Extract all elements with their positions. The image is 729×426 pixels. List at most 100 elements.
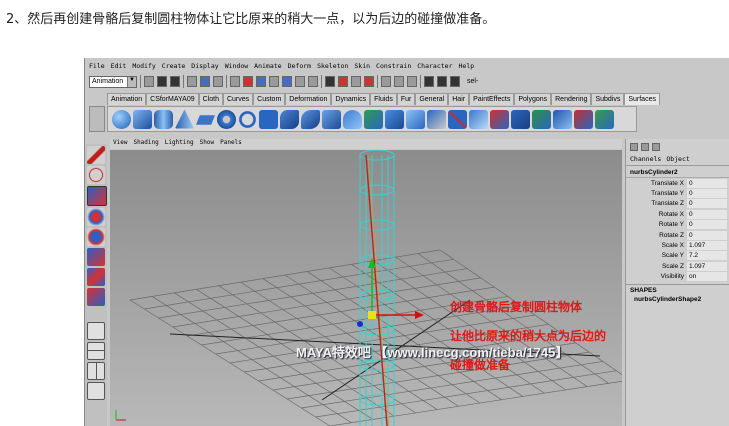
panel-menu-lighting[interactable]: Lighting [165, 139, 194, 149]
chevron-down-icon[interactable]: ▼ [127, 76, 136, 87]
channel-label[interactable]: Translate Y [626, 190, 687, 197]
ipr-render-icon[interactable] [437, 76, 447, 87]
shelf-tab-fur[interactable]: Fur [396, 93, 416, 105]
new-scene-icon[interactable] [144, 76, 154, 87]
loft-icon[interactable] [301, 109, 320, 129]
channel-label[interactable]: Scale Y [626, 252, 687, 259]
trim-icon[interactable] [448, 109, 467, 129]
select-component-icon[interactable] [213, 76, 223, 87]
channel-label[interactable]: Rotate X [626, 211, 687, 218]
panel-menu-panels[interactable]: Panels [220, 139, 242, 149]
panel-menu-view[interactable]: View [113, 139, 127, 149]
snap-grid-icon[interactable] [325, 76, 335, 87]
move-tool-icon[interactable] [87, 208, 105, 226]
attribute-editor-icon[interactable] [652, 143, 660, 151]
mode-dropdown[interactable]: Animation ▼ [89, 75, 137, 88]
channel-label[interactable]: Rotate Z [626, 232, 687, 239]
select-tool-icon[interactable] [87, 146, 105, 164]
shape-node-name[interactable]: nurbsCylinderShape2 [626, 296, 729, 303]
channel-value-field[interactable]: 0 [687, 189, 727, 199]
birail-icon[interactable] [427, 109, 446, 129]
channel-label[interactable]: Translate Z [626, 200, 687, 207]
shelf-tab-custom[interactable]: Custom [253, 93, 286, 105]
panel-menu-show[interactable]: Show [200, 139, 214, 149]
menu-skeleton[interactable]: Skeleton [317, 62, 348, 72]
save-scene-icon[interactable] [170, 76, 180, 87]
render-settings-icon[interactable] [450, 76, 460, 87]
channel-value-field[interactable]: 0 [687, 230, 727, 240]
revolve-icon[interactable] [280, 109, 299, 129]
channel-box-node-name[interactable]: nurbsCylinder2 [626, 166, 729, 178]
menu-modify[interactable]: Modify [132, 62, 155, 72]
open-scene-icon[interactable] [157, 76, 167, 87]
channel-value-field[interactable]: on [687, 272, 727, 282]
channel-value-field[interactable]: 0 [687, 220, 727, 230]
channel-value-field[interactable]: 0 [687, 178, 727, 188]
channel-value-field[interactable]: 1.097 [687, 261, 727, 271]
menu-create[interactable]: Create [162, 62, 185, 72]
shelf-tab-deformation[interactable]: Deformation [285, 93, 332, 105]
manipulator-tool-icon[interactable] [87, 268, 105, 286]
graph-view-icon[interactable] [87, 382, 105, 400]
channel-label[interactable]: Rotate Y [626, 221, 687, 228]
menu-skin[interactable]: Skin [354, 62, 370, 72]
nurbs-cone-icon[interactable] [175, 109, 194, 129]
output-ops-icon[interactable] [394, 76, 404, 87]
square-surface-icon[interactable] [406, 109, 425, 129]
input-ops-icon[interactable] [381, 76, 391, 87]
bevel-icon[interactable] [364, 109, 383, 129]
square-icon[interactable] [259, 109, 278, 129]
intersect-icon[interactable] [469, 109, 488, 129]
render-frame-icon[interactable] [424, 76, 434, 87]
history-icon[interactable] [407, 76, 417, 87]
project-curve-icon[interactable] [490, 109, 509, 129]
attach-icon[interactable] [511, 109, 530, 129]
nurbs-cylinder-icon[interactable] [154, 109, 173, 129]
paint-icon[interactable] [595, 109, 614, 129]
shelf-tab-dynamics[interactable]: Dynamics [331, 93, 371, 105]
channel-value-field[interactable]: 0 [687, 209, 727, 219]
shelf-tab-painteffects[interactable]: PaintEffects [469, 93, 515, 105]
perspective-viewport[interactable]: 创建骨骼后复制圆柱物体 让他比原来的稍大点为后边的 碰撞做准备 [110, 150, 622, 426]
snap-curve-icon[interactable] [338, 76, 348, 87]
menu-help[interactable]: Help [459, 62, 475, 72]
shelf-tab-cloth[interactable]: Cloth [198, 93, 223, 105]
shelf-menu-button[interactable] [89, 106, 105, 132]
menu-deform[interactable]: Deform [288, 62, 311, 72]
snap-plane-icon[interactable] [364, 76, 374, 87]
shelf-tab-subdivs[interactable]: Subdivs [591, 93, 625, 105]
last-tool-icon[interactable] [87, 288, 105, 306]
shelf-tab-surfaces[interactable]: Surfaces [624, 93, 660, 105]
surface-mask-icon[interactable] [269, 76, 279, 87]
channel-box-icon[interactable] [630, 143, 638, 151]
lasso-tool-icon[interactable] [87, 166, 105, 184]
nurbs-plane-icon[interactable] [196, 115, 215, 125]
channel-label[interactable]: Scale Z [626, 263, 687, 270]
detach-icon[interactable] [532, 109, 551, 129]
menu-window[interactable]: Window [225, 62, 248, 72]
layer-editor-icon[interactable] [641, 143, 649, 151]
dynamics-mask-icon[interactable] [295, 76, 305, 87]
shelf-tab-polygons[interactable]: Polygons [514, 93, 552, 105]
shelf-tab-animation[interactable]: Animation [107, 93, 147, 105]
channel-label[interactable]: Visibility [626, 273, 687, 280]
channel-label[interactable]: Translate X [626, 180, 687, 187]
sculpt-icon[interactable] [574, 109, 593, 129]
shelf-tab-fluids[interactable]: Fluids [370, 93, 397, 105]
joint-mask-icon[interactable] [243, 76, 253, 87]
shelf-tab-hair[interactable]: Hair [448, 93, 470, 105]
boundary-icon[interactable] [385, 109, 404, 129]
menu-character[interactable]: Character [417, 62, 452, 72]
channel-value-field[interactable]: 7.2 [687, 251, 727, 261]
rotate-tool-icon[interactable] [87, 228, 105, 246]
extrude-icon[interactable] [343, 109, 362, 129]
channel-label[interactable]: Scale X [626, 242, 687, 249]
menu-constrain[interactable]: Constrain [376, 62, 411, 72]
menu-animate[interactable]: Animate [254, 62, 281, 72]
shelf-tab-rendering[interactable]: Rendering [551, 93, 592, 105]
select-object-icon[interactable] [200, 76, 210, 87]
channel-box-menu-object[interactable]: Object [666, 155, 689, 165]
snap-point-icon[interactable] [351, 76, 361, 87]
rebuild-icon[interactable] [553, 109, 572, 129]
menu-file[interactable]: File [89, 62, 105, 72]
